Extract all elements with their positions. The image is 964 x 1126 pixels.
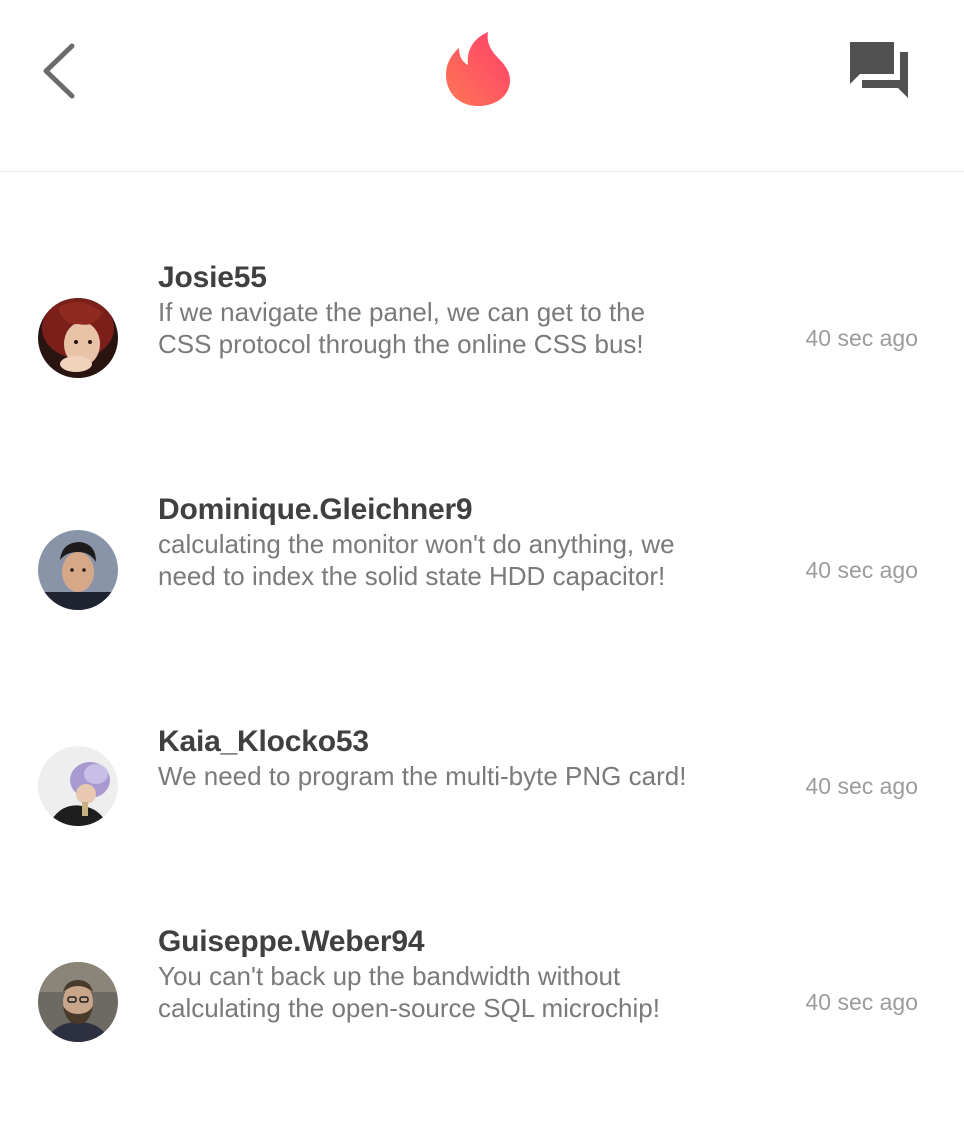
message-body: Guiseppe.Weber94 You can't back up the b… bbox=[158, 926, 688, 1024]
message-time: 40 sec ago bbox=[805, 325, 918, 351]
message-body: Josie55 If we navigate the panel, we can… bbox=[158, 262, 688, 360]
message-time: 40 sec ago bbox=[805, 989, 918, 1015]
message-body: Kaia_Klocko53 We need to program the mul… bbox=[158, 726, 688, 792]
avatar bbox=[38, 962, 118, 1042]
message-time: 40 sec ago bbox=[805, 773, 918, 799]
message-username: Guiseppe.Weber94 bbox=[158, 925, 425, 958]
message-username: Josie55 bbox=[158, 261, 267, 294]
message-row-kaia[interactable]: Kaia_Klocko53 We need to program the mul… bbox=[0, 726, 964, 846]
message-row-guiseppe[interactable]: Guiseppe.Weber94 You can't back up the b… bbox=[0, 926, 964, 1076]
message-time: 40 sec ago bbox=[805, 557, 918, 583]
avatar bbox=[38, 746, 118, 826]
avatar bbox=[38, 530, 118, 610]
back-button[interactable] bbox=[36, 40, 84, 102]
chevron-left-icon bbox=[43, 43, 75, 99]
message-text: You can't back up the bandwidth without … bbox=[158, 961, 660, 1023]
message-row-josie55[interactable]: Josie55 If we navigate the panel, we can… bbox=[0, 262, 964, 412]
avatar bbox=[38, 298, 118, 378]
chat-bubbles-icon bbox=[850, 42, 908, 98]
message-text: If we navigate the panel, we can get to … bbox=[158, 297, 646, 359]
flame-logo-icon[interactable] bbox=[442, 30, 514, 110]
message-text: We need to program the multi-byte PNG ca… bbox=[158, 761, 687, 791]
top-bar bbox=[0, 0, 964, 172]
message-username: Kaia_Klocko53 bbox=[158, 725, 369, 758]
message-username: Dominique.Gleichner9 bbox=[158, 493, 473, 526]
message-text: calculating the monitor won't do anythin… bbox=[158, 529, 675, 591]
messages-button[interactable] bbox=[846, 38, 912, 102]
message-body: Dominique.Gleichner9 calculating the mon… bbox=[158, 494, 688, 592]
message-row-dominique[interactable]: Dominique.Gleichner9 calculating the mon… bbox=[0, 494, 964, 644]
